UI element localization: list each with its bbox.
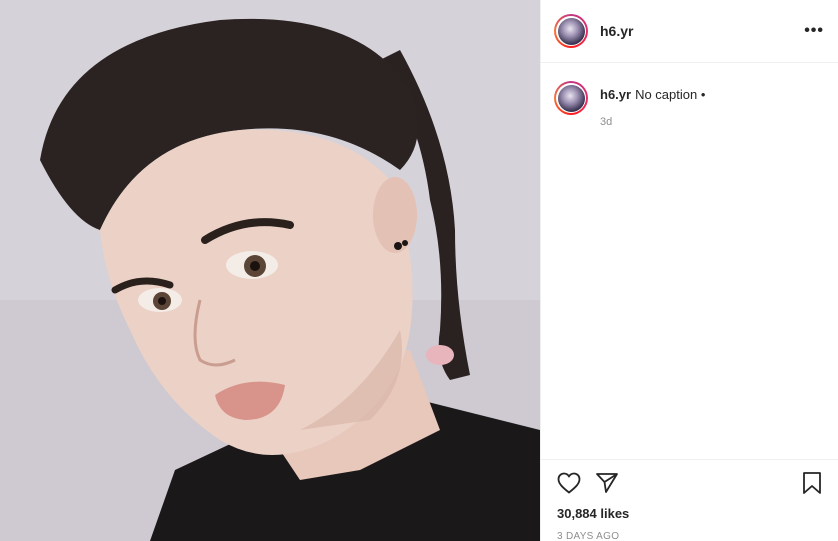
post-timestamp[interactable]: 3 DAYS AGO xyxy=(557,531,822,541)
comment-time[interactable]: 3d xyxy=(600,116,705,128)
action-bar xyxy=(557,470,822,496)
comment-avatar-frame xyxy=(556,83,586,113)
comment-body: h6.yr No caption • 3d xyxy=(600,81,705,128)
comment-avatar-image xyxy=(557,84,585,112)
header-username[interactable]: h6.yr xyxy=(600,23,633,39)
portrait-illustration xyxy=(0,0,540,541)
heart-icon[interactable] xyxy=(557,472,581,494)
post-actions-section: 30,884 likes 3 DAYS AGO xyxy=(541,459,838,541)
paper-plane-icon[interactable] xyxy=(595,472,619,494)
more-options-icon[interactable]: ••• xyxy=(804,23,824,39)
caption-dot: • xyxy=(700,87,706,102)
avatar-frame xyxy=(556,16,586,46)
comment-username[interactable]: h6.yr xyxy=(600,87,631,102)
post-photo[interactable] xyxy=(0,0,540,541)
caption-comment: h6.yr No caption • 3d xyxy=(541,63,838,128)
caption-text: No caption xyxy=(635,87,698,102)
post-side-panel: h6.yr ••• h6.yr No caption • 3d 30,884 l… xyxy=(540,0,838,541)
post-header: h6.yr ••• xyxy=(541,0,838,63)
comment-avatar[interactable] xyxy=(554,81,588,115)
bookmark-icon[interactable] xyxy=(802,471,822,495)
avatar-image xyxy=(557,17,585,45)
avatar[interactable] xyxy=(554,14,588,48)
likes-count[interactable]: 30,884 likes xyxy=(557,506,822,521)
comment-line: h6.yr No caption • xyxy=(600,87,705,102)
